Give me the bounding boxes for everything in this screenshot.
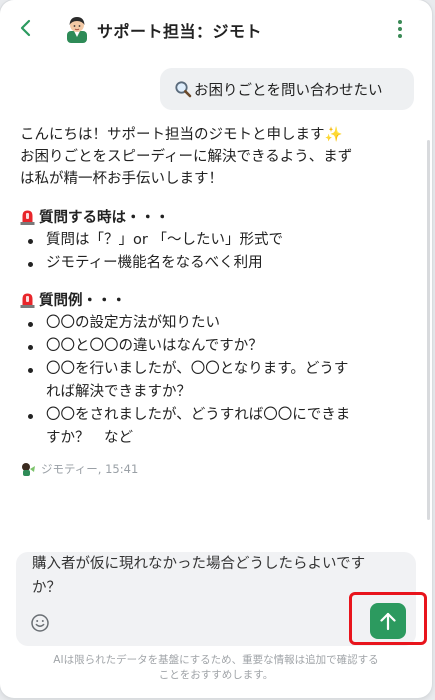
bot-message-intro: こんにちは！サポート担当のジモトと申します✨ お困りごとをスピーディーに解決でき… xyxy=(20,124,400,190)
agent-avatar xyxy=(67,17,87,43)
back-button[interactable] xyxy=(14,16,38,40)
chevron-left-icon xyxy=(20,19,31,37)
list-item: 〇〇をされましたが、どうすれば〇〇にできま xyxy=(20,404,400,427)
section-title: 質問する時は・・・ xyxy=(39,210,170,226)
list-item: 質問は「？」or 「〜したい」形式で xyxy=(20,229,400,252)
section-how-to-ask: 質問する時は・・・ xyxy=(20,206,170,227)
more-menu-button[interactable] xyxy=(390,16,410,42)
arrow-up-icon xyxy=(380,612,396,631)
bot-intro-line: こんにちは！サポート担当のジモトと申します✨ xyxy=(20,127,343,143)
message-input[interactable]: 購入者が仮に現れなかった場合どうしたらよいです か？ xyxy=(32,552,402,600)
chat-scrollbar[interactable] xyxy=(427,140,430,520)
message-composer[interactable]: 購入者が仮に現れなかった場合どうしたらよいです か？ xyxy=(16,552,416,646)
siren-icon xyxy=(20,210,35,225)
smiley-icon[interactable] xyxy=(30,613,50,633)
magnifier-icon xyxy=(174,80,192,98)
sender-timestamp: ジモティー, 15:41 xyxy=(41,462,139,476)
more-vertical-icon-dot xyxy=(398,34,402,38)
section-title: 質問例・・・ xyxy=(39,293,126,309)
input-line: か？ xyxy=(32,580,61,596)
list-item: 〇〇の設定方法が知りたい xyxy=(20,312,400,335)
bot-intro-line: お困りごとをスピーディーに解決できるよう、まず xyxy=(20,149,353,165)
bot-intro-line: は私が精一杯お手伝いします！ xyxy=(20,171,223,187)
section-examples: 質問例・・・ xyxy=(20,289,126,310)
ai-disclaimer: AIは限られたデータを基盤にするため、重要な情報は追加で確認する ことをおすすめ… xyxy=(30,653,402,683)
chat-header: サポート担当：ジモト xyxy=(0,0,432,58)
list-item-continuation: すか？ など xyxy=(46,430,133,446)
list-item-continuation: れば解決できますか？ xyxy=(46,384,191,400)
examples-list: 〇〇の設定方法が知りたい 〇〇と〇〇の違いはなんですか？ 〇〇を行いましたが、〇… xyxy=(20,312,400,450)
list-item: 〇〇と〇〇の違いはなんですか？ xyxy=(20,335,400,358)
send-button[interactable] xyxy=(370,603,406,639)
disclaimer-line: ことをおすすめします。 xyxy=(158,669,274,681)
list-item: 〇〇を行いましたが、〇〇となります。どうす xyxy=(20,358,400,381)
list-item: ジモティー機能名をなるべく利用 xyxy=(20,252,400,275)
how-to-ask-list: 質問は「？」or 「〜したい」形式で ジモティー機能名をなるべく利用 xyxy=(20,229,400,275)
siren-icon xyxy=(20,293,35,308)
input-line: 購入者が仮に現れなかった場合どうしたらよいです xyxy=(32,556,366,572)
user-message-bubble: お困りごとを問い合わせたい xyxy=(160,68,414,110)
chat-title: サポート担当：ジモト xyxy=(97,22,263,41)
more-vertical-icon xyxy=(398,20,402,24)
disclaimer-line: AIは限られたデータを基盤にするため、重要な情報は追加で確認する xyxy=(53,654,379,666)
jmty-avatar-icon xyxy=(22,463,35,476)
chat-window: サポート担当：ジモト お困りごとを問い合わせたい こんにちは！サポート担当のジモ… xyxy=(0,0,432,698)
more-vertical-icon-dot xyxy=(398,27,402,31)
user-message-text: お困りごとを問い合わせたい xyxy=(194,82,383,99)
message-meta: ジモティー, 15:41 xyxy=(20,461,138,477)
